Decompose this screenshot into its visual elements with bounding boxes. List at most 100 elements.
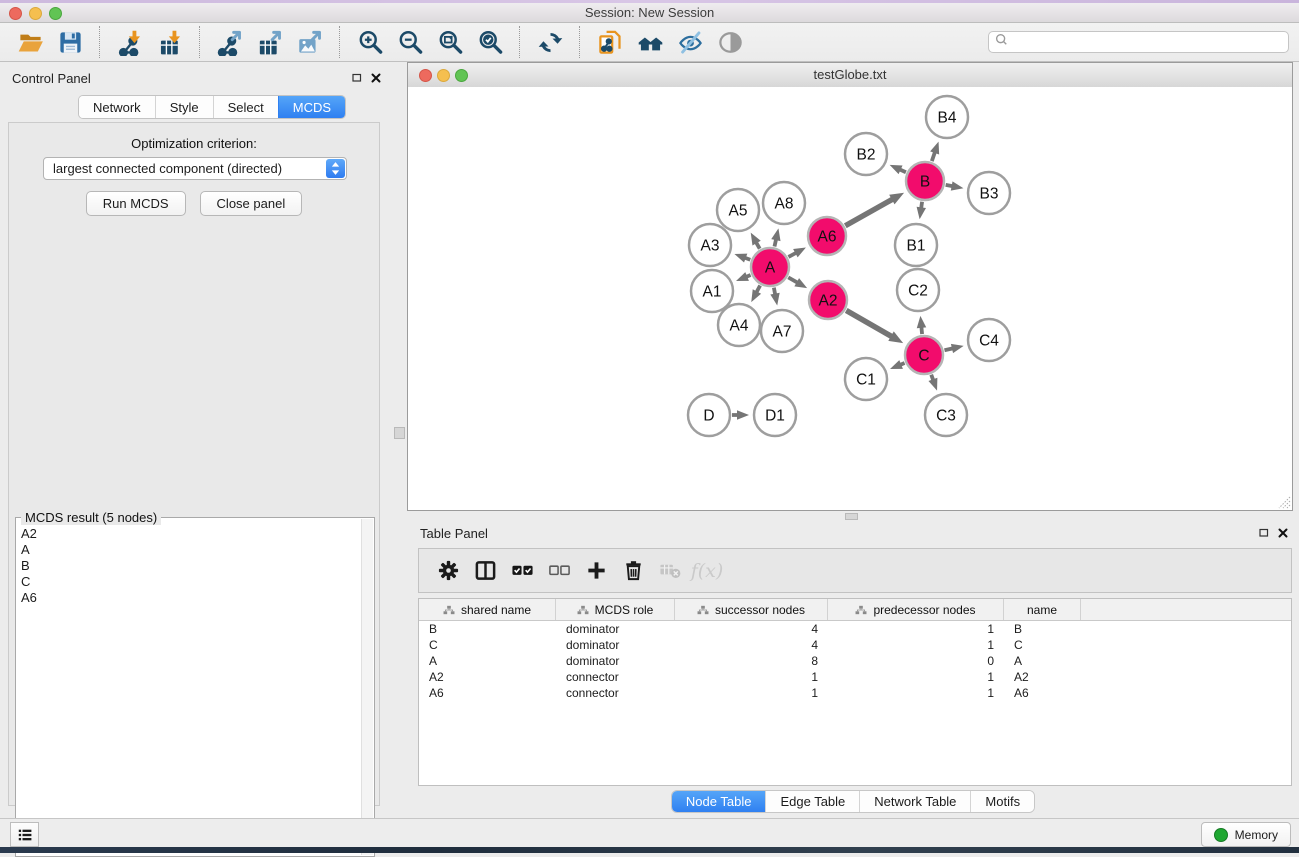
graph-edge-A-A1[interactable]: [736, 272, 751, 281]
columns-icon[interactable]: [468, 555, 502, 587]
graph-edge-B-B2[interactable]: [890, 165, 906, 174]
table-row[interactable]: Cdominator41C: [419, 637, 1291, 653]
hide-panels-icon[interactable]: [674, 26, 706, 58]
close-table-panel-icon[interactable]: [1277, 526, 1289, 544]
gear-icon[interactable]: [431, 555, 465, 587]
graph-node-C1[interactable]: C1: [845, 358, 887, 400]
tab-network[interactable]: Network: [79, 96, 155, 118]
export-image-icon[interactable]: [294, 26, 326, 58]
column-header-predecessor-nodes[interactable]: predecessor nodes: [828, 599, 1004, 620]
graph-node-B[interactable]: B: [906, 162, 944, 200]
graph-node-B1[interactable]: B1: [895, 224, 937, 266]
graph-node-A3[interactable]: A3: [689, 224, 731, 266]
graph-node-D[interactable]: D: [688, 394, 730, 436]
network-canvas[interactable]: B4 B2 B B3 A8A5 A6 A3 B1 A A1 C2 A2 A4A7 C4 C C1 C3 D D1: [408, 87, 1292, 510]
tab-network-table[interactable]: Network Table: [859, 791, 970, 812]
graph-edge-B-B3[interactable]: [946, 181, 964, 190]
column-header-shared-name[interactable]: shared name: [419, 599, 556, 620]
graph-node-A2[interactable]: A2: [809, 281, 847, 319]
graph-node-A7[interactable]: A7: [761, 310, 803, 352]
tab-mcds[interactable]: MCDS: [278, 96, 345, 118]
criterion-dropdown[interactable]: largest connected component (directed): [43, 157, 347, 180]
graph-edge-C-C2[interactable]: [917, 316, 926, 334]
tab-select[interactable]: Select: [213, 96, 278, 118]
graph-edge-A2-C[interactable]: [846, 310, 903, 343]
mcds-result-item[interactable]: A: [18, 542, 360, 558]
graph-node-C2[interactable]: C2: [897, 269, 939, 311]
graph-edge-A-A5[interactable]: [751, 233, 761, 249]
table-row[interactable]: Bdominator41B: [419, 621, 1291, 637]
graph-edge-A-A2[interactable]: [788, 277, 807, 288]
close-panel-button[interactable]: Close panel: [200, 191, 303, 216]
resize-grip-icon[interactable]: [1277, 495, 1291, 509]
graph-edge-D-D1[interactable]: [732, 410, 749, 420]
column-header-MCDS-role[interactable]: MCDS role: [556, 599, 675, 620]
graph-node-C3[interactable]: C3: [925, 394, 967, 436]
graph-node-C[interactable]: C: [905, 336, 943, 374]
graph-node-B4[interactable]: B4: [926, 96, 968, 138]
graph-edge-A-A7[interactable]: [770, 288, 779, 306]
zoom-fit-icon[interactable]: [434, 26, 466, 58]
refresh-icon[interactable]: [534, 26, 566, 58]
graph-edge-B-B1[interactable]: [917, 202, 926, 219]
mcds-result-item[interactable]: A6: [18, 590, 360, 606]
graph-edge-C-C1[interactable]: [890, 360, 905, 369]
tab-motifs[interactable]: Motifs: [970, 791, 1034, 812]
duplicate-network-icon[interactable]: [594, 26, 626, 58]
column-header-successor-nodes[interactable]: successor nodes: [675, 599, 828, 620]
graph-node-A[interactable]: A: [751, 248, 789, 286]
zoom-out-icon[interactable]: [394, 26, 426, 58]
graph-node-B3[interactable]: B3: [968, 172, 1010, 214]
graph-edge-A-A8[interactable]: [771, 228, 780, 246]
graph-node-A5[interactable]: A5: [717, 189, 759, 231]
graph-node-B2[interactable]: B2: [845, 133, 887, 175]
mcds-result-item[interactable]: C: [18, 574, 360, 590]
run-mcds-button[interactable]: Run MCDS: [86, 191, 186, 216]
first-neighbors-icon[interactable]: [634, 26, 666, 58]
graph-node-A8[interactable]: A8: [763, 182, 805, 224]
mcds-result-list[interactable]: A2ABCA6: [18, 526, 360, 854]
network-window-title-bar[interactable]: testGlobe.txt: [408, 63, 1292, 88]
close-panel-icon[interactable]: [370, 71, 382, 89]
tab-edge-table[interactable]: Edge Table: [765, 791, 859, 812]
graph-edge-B-B4[interactable]: [930, 142, 939, 162]
graph-edge-A-A4[interactable]: [751, 286, 761, 303]
graph-edge-C-C3[interactable]: [928, 375, 937, 391]
horizontal-split-handle[interactable]: [845, 513, 858, 520]
zoom-in-icon[interactable]: [354, 26, 386, 58]
tab-style[interactable]: Style: [155, 96, 213, 118]
graph-edge-A6-B[interactable]: [845, 193, 904, 226]
search-field[interactable]: [988, 31, 1289, 53]
graph-node-A1[interactable]: A1: [691, 270, 733, 312]
app-title-bar[interactable]: Session: New Session: [0, 3, 1299, 23]
save-session-icon[interactable]: [54, 26, 86, 58]
mcds-result-item[interactable]: B: [18, 558, 360, 574]
export-table-icon[interactable]: [254, 26, 286, 58]
import-table-icon[interactable]: [154, 26, 186, 58]
graph-node-A4[interactable]: A4: [718, 304, 760, 346]
table-row[interactable]: Adominator80A: [419, 653, 1291, 669]
float-table-panel-icon[interactable]: [1258, 526, 1270, 544]
deselect-all-icon[interactable]: [542, 555, 576, 587]
memory-button[interactable]: Memory: [1201, 822, 1291, 847]
graph-node-A6[interactable]: A6: [808, 217, 846, 255]
vertical-split-handle[interactable]: [394, 427, 405, 439]
export-network-icon[interactable]: [214, 26, 246, 58]
delete-column-icon[interactable]: [616, 555, 650, 587]
zoom-selected-icon[interactable]: [474, 26, 506, 58]
graph-edge-A-A6[interactable]: [788, 247, 805, 257]
open-session-icon[interactable]: [14, 26, 46, 58]
show-panels-icon[interactable]: [714, 26, 746, 58]
add-column-icon[interactable]: [579, 555, 613, 587]
graph-edge-C-C4[interactable]: [944, 344, 963, 353]
import-network-icon[interactable]: [114, 26, 146, 58]
column-header-name[interactable]: name: [1004, 599, 1081, 620]
tab-node-table[interactable]: Node Table: [672, 791, 766, 812]
table-row[interactable]: A6connector11A6: [419, 685, 1291, 701]
graph-node-C4[interactable]: C4: [968, 319, 1010, 361]
select-all-icon[interactable]: [505, 555, 539, 587]
result-scrollbar[interactable]: [361, 519, 373, 855]
task-history-button[interactable]: [10, 822, 39, 847]
graph-node-D1[interactable]: D1: [754, 394, 796, 436]
mcds-result-item[interactable]: A2: [18, 526, 360, 542]
